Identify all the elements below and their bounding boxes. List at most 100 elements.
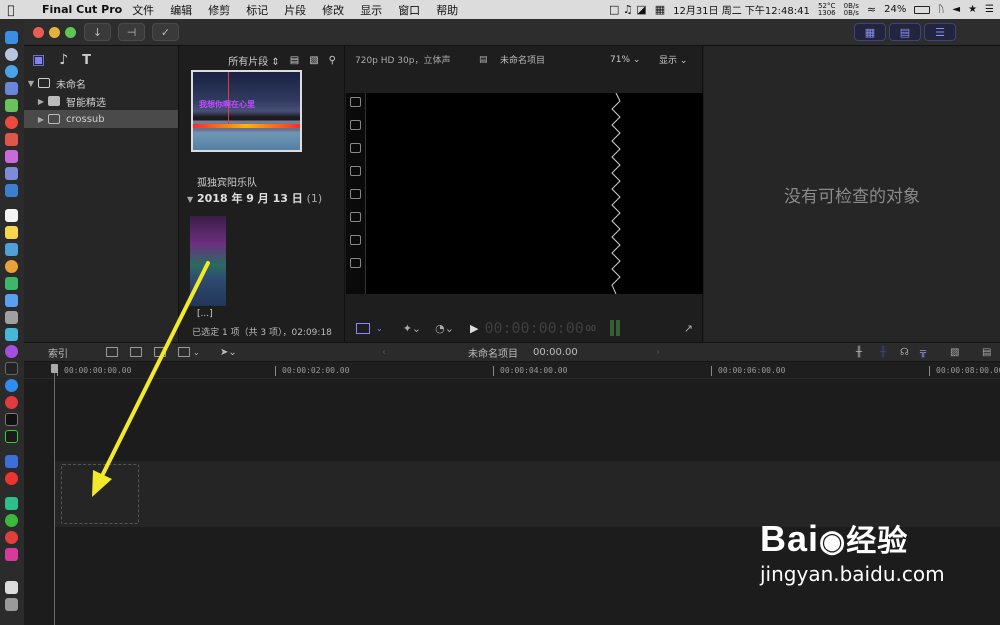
app-icon[interactable] <box>5 396 18 409</box>
disclosure-open-icon[interactable]: ▼ <box>24 79 38 88</box>
clip-thumbnail[interactable] <box>190 216 226 306</box>
menu-clip[interactable]: 片段 <box>284 2 306 18</box>
menu-view[interactable]: 显示 <box>360 2 382 18</box>
app-icon[interactable] <box>5 133 18 146</box>
app-icon[interactable] <box>5 99 18 112</box>
wechat-icon[interactable] <box>5 514 18 527</box>
activity-monitor-icon[interactable] <box>5 430 18 443</box>
import-button[interactable]: ↓ <box>84 23 111 41</box>
photos-audio-icon[interactable]: ♪ <box>59 52 68 68</box>
notes-icon[interactable] <box>5 226 18 239</box>
app-icon[interactable] <box>5 455 18 468</box>
app-icon[interactable] <box>5 328 18 341</box>
status-icons[interactable]: □ ♫ ◪ <box>609 3 647 16</box>
skimming-icon[interactable]: ╫ <box>856 347 862 358</box>
menu-list-icon[interactable]: ☰ <box>985 4 994 15</box>
snapping-icon[interactable]: ╦ <box>920 347 926 358</box>
clip-appearance-icon[interactable]: ▤ <box>290 55 299 66</box>
clip-appearance-icon[interactable]: ▧ <box>950 347 959 358</box>
inspector-toggle-button[interactable]: ☰ <box>924 23 956 41</box>
search-icon[interactable]: ⚲ <box>329 55 336 66</box>
document-icon[interactable] <box>5 581 18 594</box>
menu-window[interactable]: 窗口 <box>398 2 420 18</box>
audio-skimming-icon[interactable]: ╫ <box>880 347 886 358</box>
bluetooth-icon[interactable]: ᚢ <box>938 4 944 15</box>
menu-file[interactable]: 文件 <box>132 2 154 18</box>
history-back-icon[interactable]: ‹ <box>382 347 386 358</box>
battery-icon[interactable] <box>914 5 931 14</box>
solo-icon[interactable]: ☊ <box>900 347 909 358</box>
menu-help[interactable]: 帮助 <box>436 2 458 18</box>
app-icon[interactable] <box>5 497 18 510</box>
fullscreen-icon[interactable]: ↗ <box>684 322 693 335</box>
app-icon[interactable] <box>5 184 18 197</box>
app-icon[interactable] <box>5 150 18 163</box>
terminal-icon[interactable] <box>5 413 18 426</box>
disclosure-closed-icon[interactable]: ▶ <box>34 97 48 106</box>
launchpad-icon[interactable] <box>5 48 18 61</box>
history-forward-icon[interactable]: › <box>656 347 660 358</box>
calendar-icon[interactable] <box>5 209 18 222</box>
favorites-icon[interactable]: ★ <box>968 4 977 15</box>
viewer-canvas[interactable] <box>366 92 703 295</box>
clip-thumbnail[interactable]: 我想你啊在心里 <box>191 70 302 152</box>
podcasts-icon[interactable] <box>5 345 18 358</box>
sensor-readout[interactable]: 52°C 1306 <box>818 2 836 17</box>
tv-icon[interactable] <box>5 362 18 375</box>
timeline-index-toggle-icon[interactable]: ▤ <box>982 347 991 358</box>
calendar-icon[interactable]: ▦ <box>655 3 665 16</box>
menu-modify[interactable]: 修改 <box>322 2 344 18</box>
date-group-header[interactable]: ▼ 2018 年 9 月 13 日 (1) <box>187 190 322 206</box>
smart-collections-row[interactable]: ▶ 智能精选 <box>24 92 178 110</box>
final-cut-pro-icon[interactable] <box>5 548 18 561</box>
enhance-menu-icon[interactable]: ✦⌄ <box>403 322 421 335</box>
display-menu[interactable]: 显示 ⌄ <box>659 53 687 66</box>
filmstrip-icon[interactable]: ▧ <box>309 55 318 66</box>
app-icon[interactable] <box>5 260 18 273</box>
disclosure-closed-icon[interactable]: ▶ <box>34 115 48 124</box>
datetime[interactable]: 12月31日 周二 下午12:48:41 <box>673 2 810 17</box>
battery-percent[interactable]: 24% <box>884 4 906 15</box>
playhead[interactable] <box>54 364 55 625</box>
background-tasks-button[interactable]: ✓ <box>152 23 179 41</box>
libraries-icon[interactable]: ▣ <box>32 52 45 68</box>
browser-toggle-button[interactable]: ▦ <box>854 23 886 41</box>
volume-icon[interactable]: ◄ <box>952 4 960 15</box>
clip-filter-menu[interactable]: 所有片段 ⇕ <box>228 53 280 68</box>
minimize-window-button[interactable] <box>49 27 60 38</box>
app-store-icon[interactable] <box>5 379 18 392</box>
drop-zone[interactable] <box>61 464 139 524</box>
menu-edit[interactable]: 编辑 <box>170 2 192 18</box>
close-window-button[interactable] <box>33 27 44 38</box>
app-icon[interactable] <box>5 472 18 485</box>
index-button[interactable]: 索引 <box>48 345 68 360</box>
apple-icon[interactable]:  <box>0 3 22 17</box>
zoom-window-button[interactable] <box>65 27 76 38</box>
menu-mark[interactable]: 标记 <box>246 2 268 18</box>
insert-clip-icon[interactable] <box>130 347 142 357</box>
keywords-button[interactable]: ⊣ <box>118 23 145 41</box>
playhead-handle[interactable] <box>51 364 58 373</box>
app-icon[interactable] <box>5 294 18 307</box>
trash-icon[interactable] <box>5 598 18 611</box>
zoom-menu[interactable]: 71% ⌄ <box>610 55 640 65</box>
chrome-icon[interactable] <box>5 116 18 129</box>
menu-trim[interactable]: 修剪 <box>208 2 230 18</box>
titles-generators-icon[interactable]: T <box>82 53 91 68</box>
chevron-down-icon[interactable]: ⌄ <box>193 348 200 357</box>
speed-menu-icon[interactable]: ◔⌄ <box>435 322 454 335</box>
network-readout[interactable]: 0B/s 0B/s <box>844 2 859 17</box>
weibo-icon[interactable] <box>5 531 18 544</box>
append-clip-icon[interactable] <box>154 347 166 357</box>
app-icon[interactable] <box>5 277 18 290</box>
app-icon[interactable] <box>5 311 18 324</box>
safari-icon[interactable] <box>5 65 18 78</box>
wifi-icon[interactable]: ≈ <box>867 3 876 16</box>
timecode-display[interactable]: 00:00:00:00 <box>484 319 583 337</box>
library-row[interactable]: ▼ 未命名 <box>24 74 178 92</box>
app-icon[interactable] <box>5 243 18 256</box>
select-tool-icon[interactable]: ➤⌄ <box>220 347 237 358</box>
event-row-crossub[interactable]: ▶ crossub <box>24 110 178 128</box>
overwrite-clip-icon[interactable] <box>178 347 190 357</box>
app-name[interactable]: Final Cut Pro <box>42 3 122 16</box>
